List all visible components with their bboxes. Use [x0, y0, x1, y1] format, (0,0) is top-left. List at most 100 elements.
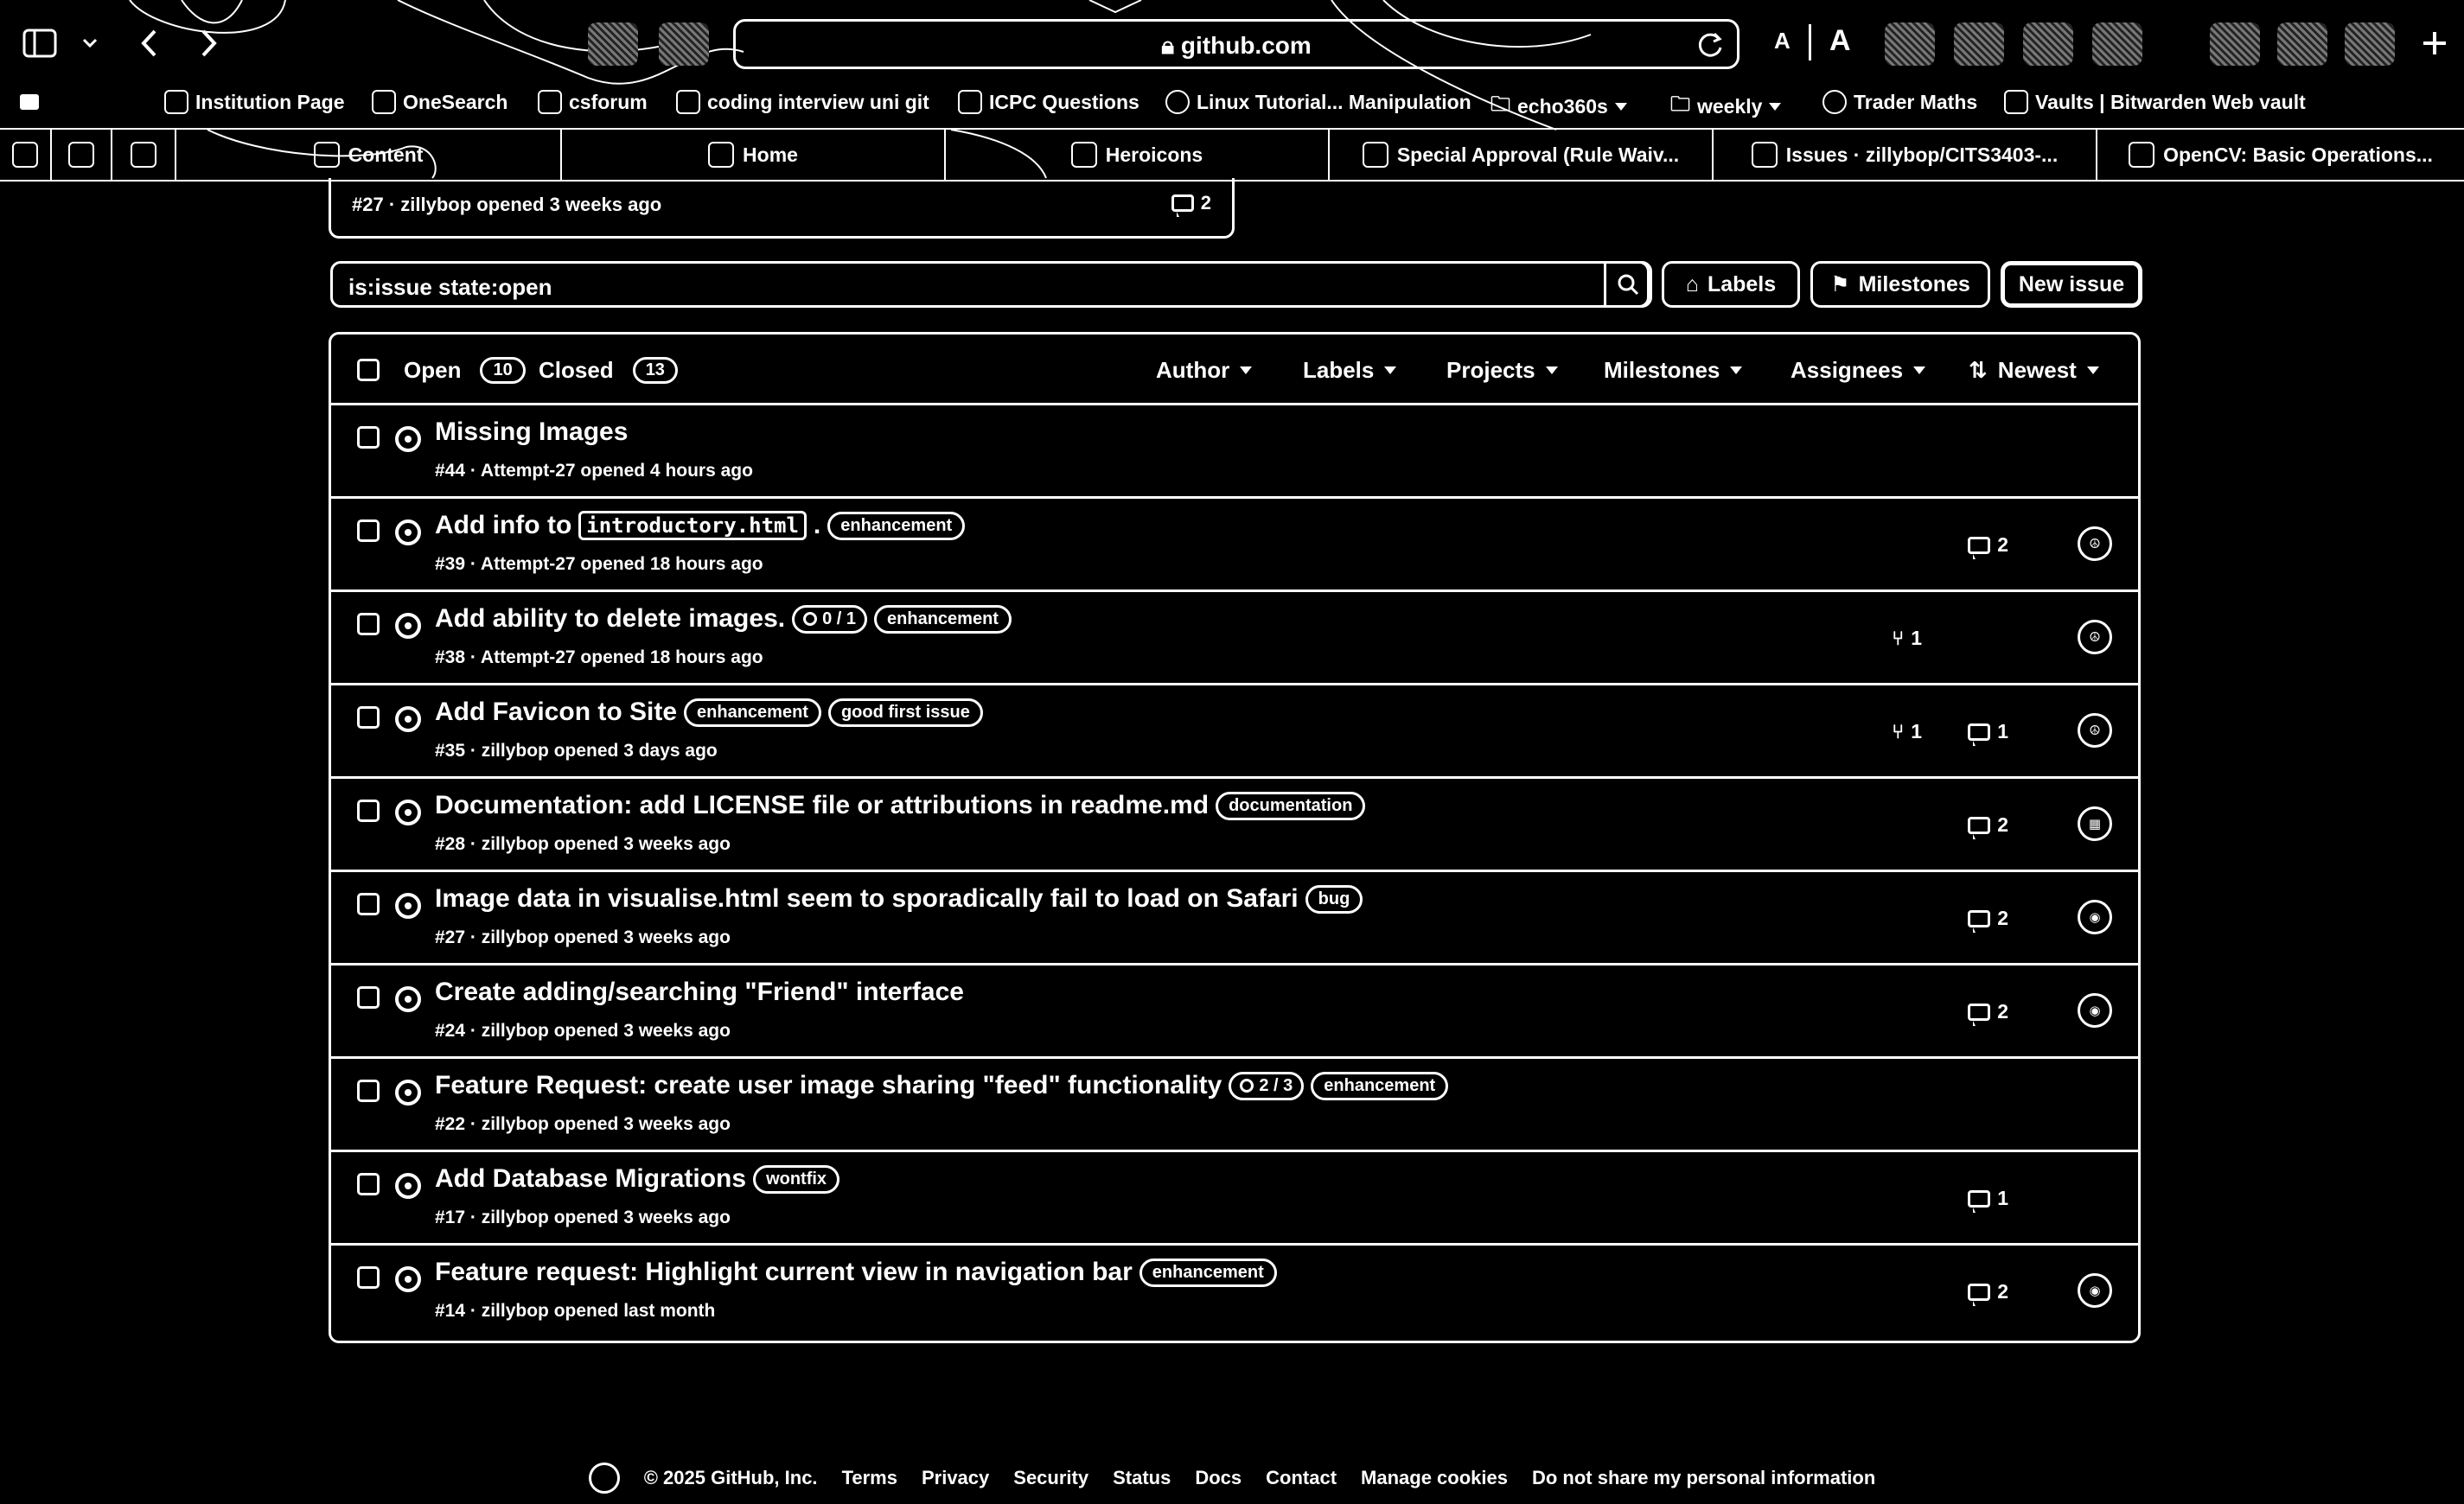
comment-count[interactable]: 2: [1968, 1280, 2008, 1306]
assignee-avatar[interactable]: ▦: [2078, 806, 2112, 841]
tab-content[interactable]: Content: [176, 130, 562, 180]
tab-issues[interactable]: Issues · zillybop/CITS3403-...: [1714, 130, 2097, 180]
assignee-avatar[interactable]: ◉: [2078, 1273, 2112, 1308]
tab-special-approval[interactable]: Special Approval (Rule Waiv...: [1330, 130, 1714, 180]
extension-icon[interactable]: [2092, 22, 2142, 66]
footer-link-terms[interactable]: Terms: [842, 1467, 897, 1489]
milestones-button[interactable]: ⚑ Milestones: [1810, 261, 1990, 308]
label-badge[interactable]: documentation: [1216, 791, 1366, 820]
comment-count[interactable]: 2: [1968, 533, 2008, 559]
labels-button[interactable]: ⌂ Labels: [1662, 261, 1800, 308]
bookmark-linux-tutorial[interactable]: Linux Tutorial... Manipulation: [1165, 90, 1471, 114]
github-logo-icon[interactable]: [588, 1463, 620, 1494]
issue-checkbox[interactable]: [357, 893, 380, 915]
issue-checkbox[interactable]: [357, 1266, 380, 1289]
tab-heroicons[interactable]: Heroicons: [946, 130, 1330, 180]
sidebar-icon[interactable]: [19, 93, 40, 111]
issue-title[interactable]: Add Database Migrations: [435, 1164, 746, 1194]
labels-filter[interactable]: Labels: [1303, 357, 1397, 384]
issue-title[interactable]: Add ability to delete images.: [435, 604, 785, 634]
bookmark-institution-page[interactable]: Institution Page: [164, 90, 345, 114]
label-badge[interactable]: bug: [1305, 884, 1363, 914]
bookmark-folder-echo360s[interactable]: 🗀 echo360s: [1491, 90, 1627, 124]
new-issue-button[interactable]: New issue: [2001, 261, 2142, 308]
issue-row[interactable]: Add Favicon to Site enhancement good fir…: [331, 685, 2138, 779]
open-issues-tab[interactable]: Open 10: [404, 357, 526, 384]
tab-home[interactable]: Home: [562, 130, 946, 180]
reload-icon[interactable]: [1695, 30, 1725, 64]
extension-icon[interactable]: [1954, 22, 2004, 66]
pinned-tab[interactable]: [52, 130, 112, 180]
footer-link-docs[interactable]: Docs: [1195, 1467, 1242, 1489]
comment-count[interactable]: 2: [1968, 813, 2008, 839]
label-badge[interactable]: enhancement: [1311, 1071, 1449, 1100]
comment-count[interactable]: 2: [1968, 907, 2008, 933]
linked-pr-count[interactable]: ⑂ 1: [1892, 627, 1922, 650]
bookmark-csforum[interactable]: csforum: [538, 90, 648, 114]
extension-icon[interactable]: [588, 22, 638, 66]
issue-title[interactable]: Image data in visualise.html seem to spo…: [435, 884, 1299, 914]
author-filter[interactable]: Author: [1156, 357, 1253, 384]
issue-checkbox[interactable]: [357, 1080, 380, 1102]
footer-link-do-not-share[interactable]: Do not share my personal information: [1532, 1467, 1875, 1489]
issue-title[interactable]: Documentation: add LICENSE file or attri…: [435, 791, 1209, 820]
pinned-tab[interactable]: [112, 130, 176, 180]
bookmark-onesearch[interactable]: OneSearch: [372, 90, 507, 114]
label-badge[interactable]: enhancement: [827, 511, 966, 540]
milestones-filter[interactable]: Milestones: [1604, 357, 1743, 384]
chevron-down-icon[interactable]: [73, 26, 107, 61]
linked-pr-count[interactable]: ⑂ 1: [1892, 720, 1922, 743]
issue-title[interactable]: Add Favicon to Site: [435, 698, 677, 727]
bookmark-coding-interview[interactable]: coding interview uni git: [676, 90, 929, 114]
issue-checkbox[interactable]: [357, 1173, 380, 1195]
comment-count[interactable]: 2: [1968, 1000, 2008, 1026]
address-bar[interactable]: 🔒︎ github.com: [733, 19, 1739, 69]
pinned-tab[interactable]: [0, 130, 52, 180]
extension-icon[interactable]: [659, 22, 709, 66]
assignee-avatar[interactable]: ◉: [2078, 993, 2112, 1028]
assignee-avatar[interactable]: ☮: [2078, 713, 2112, 748]
issue-checkbox[interactable]: [357, 986, 380, 1009]
footer-link-privacy[interactable]: Privacy: [922, 1467, 989, 1489]
label-badge[interactable]: enhancement: [684, 698, 821, 727]
text-size-larger[interactable]: A: [1829, 24, 1851, 58]
issue-row[interactable]: Add ability to delete images. 0 / 1 enha…: [331, 592, 2138, 685]
projects-filter[interactable]: Projects: [1446, 357, 1558, 384]
label-badge[interactable]: wontfix: [753, 1164, 840, 1194]
comment-count[interactable]: 1: [1968, 720, 2008, 746]
issue-title[interactable]: Create adding/searching "Friend" interfa…: [435, 978, 964, 1007]
comment-count[interactable]: 1: [1968, 1187, 2008, 1213]
issue-checkbox[interactable]: [357, 613, 380, 635]
issue-row[interactable]: Create adding/searching "Friend" interfa…: [331, 965, 2138, 1059]
issue-title[interactable]: Add info to: [435, 511, 571, 540]
issue-row[interactable]: Feature Request: create user image shari…: [331, 1059, 2138, 1152]
forward-icon[interactable]: [192, 26, 227, 61]
issue-title[interactable]: Feature request: Highlight current view …: [435, 1258, 1133, 1287]
bookmark-folder-weekly[interactable]: 🗀 weekly: [1670, 90, 1782, 124]
footer-link-status[interactable]: Status: [1113, 1467, 1171, 1489]
issue-row[interactable]: Add info to introductory.html. enhanceme…: [331, 499, 2138, 592]
issue-row[interactable]: Add Database Migrations wontfix #17 · zi…: [331, 1152, 2138, 1246]
issue-checkbox[interactable]: [357, 800, 380, 822]
footer-link-manage-cookies[interactable]: Manage cookies: [1361, 1467, 1508, 1489]
bookmark-bitwarden[interactable]: Vaults | Bitwarden Web vault: [2004, 90, 2306, 114]
issue-checkbox[interactable]: [357, 706, 380, 729]
issue-row[interactable]: Documentation: add LICENSE file or attri…: [331, 779, 2138, 872]
assignee-avatar[interactable]: ☮: [2078, 526, 2112, 561]
downloads-icon[interactable]: [2277, 22, 2327, 66]
sort-dropdown[interactable]: ⇅ Newest: [1969, 357, 2099, 384]
select-all-checkbox[interactable]: [357, 359, 380, 381]
back-icon[interactable]: [131, 26, 166, 61]
extension-icon[interactable]: [1885, 22, 1935, 66]
tab-opencv[interactable]: OpenCV: Basic Operations...: [2097, 130, 2464, 180]
bookmark-trader-maths[interactable]: Trader Maths: [1822, 90, 1977, 114]
issue-checkbox[interactable]: [357, 426, 380, 449]
label-badge[interactable]: enhancement: [1139, 1258, 1277, 1287]
issue-checkbox[interactable]: [357, 519, 380, 542]
hover-card-comments[interactable]: 2: [1171, 192, 1211, 217]
text-size-smaller[interactable]: A: [1774, 28, 1791, 54]
label-badge[interactable]: enhancement: [874, 604, 1012, 634]
label-badge[interactable]: good first issue: [827, 698, 983, 727]
tab-overview-icon[interactable]: [2345, 22, 2395, 66]
share-icon[interactable]: [2210, 22, 2260, 66]
